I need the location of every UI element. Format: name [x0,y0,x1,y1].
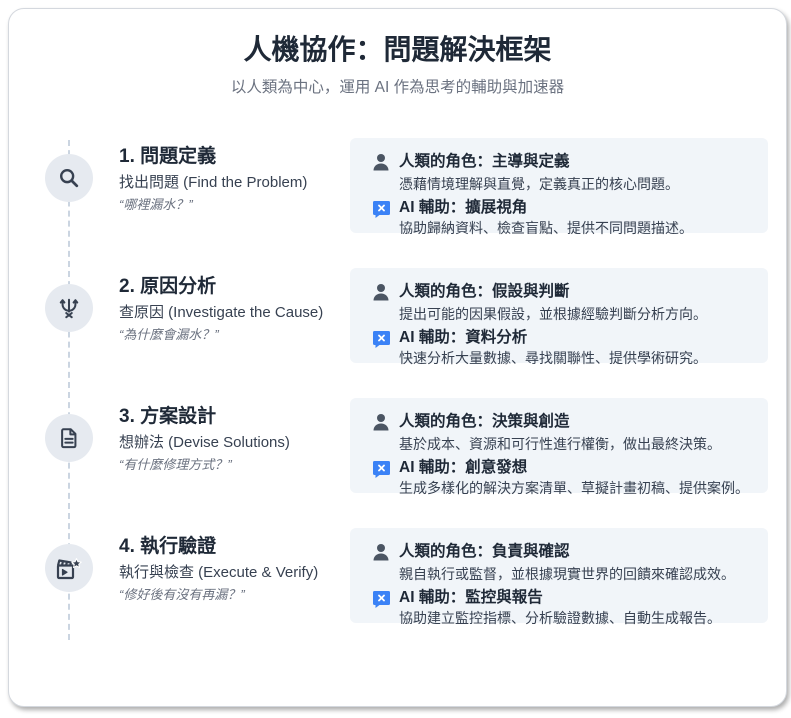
page-subtitle: 以人類為中心，運用 AI 作為思考的輔助與加速器 [230,79,565,96]
human-role-heading: 人類的角色：負責與確認 [399,543,570,560]
human-role-heading: 人類的角色：主導與定義 [399,153,570,170]
step-quote: “修好後有沒有再漏？” [119,587,245,602]
ai-assist-text: 生成多樣化的解決方案清單、草擬計畫初稿、提供案例。 [399,480,749,496]
step-title: 1. 問題定義 [119,146,217,167]
ai-chat-icon [372,200,391,219]
ai-assist-heading: AI 輔助：擴展視角 [399,199,528,216]
person-icon [372,543,391,562]
step-subtitle: 執行與檢查 (Execute & Verify) [119,564,319,581]
human-role-text: 提出可能的因果假設，並根據經驗判斷分析方向。 [399,306,707,322]
page-title: 人機協作：問題解決框架 [243,34,552,65]
ai-assist-heading: AI 輔助：資料分析 [399,329,528,346]
ai-assist-heading: AI 輔助：監控與報告 [399,589,543,606]
step-quote: “為什麼會漏水？” [119,327,219,342]
human-role-text: 憑藉情境理解與直覺，定義真正的核心問題。 [399,176,679,192]
roles-panel: 人類的角色：決策與創造 基於成本、資源和可行性進行權衡，做出最終決策。 AI 輔… [350,398,768,496]
step-title: 2. 原因分析 [119,276,217,297]
person-icon [372,283,391,302]
step-icon-circle [45,284,93,332]
ai-assist-text: 協助歸納資料、檢查盲點、提供不同問題描述。 [399,220,693,236]
framework-card: 人機協作：問題解決框架 以人類為中心，運用 AI 作為思考的輔助與加速器 1. … [8,8,787,707]
step-quote: “有什麼修理方式？” [119,457,232,472]
ai-chat-icon [372,590,391,609]
step-subtitle: 查原因 (Investigate the Cause) [119,304,324,321]
step-subtitle: 找出問題 (Find the Problem) [119,174,308,191]
step-3: 3. 方案設計 想辦法 (Devise Solutions) “有什麼修理方式？… [9,398,786,498]
step-icon-circle [45,154,93,202]
person-icon [372,413,391,432]
step-icon-circle [45,544,93,592]
step-icon-circle [45,414,93,462]
step-quote: “哪裡漏水？” [119,197,193,212]
step-title: 3. 方案設計 [119,406,217,427]
roles-panel: 人類的角色：主導與定義 憑藉情境理解與直覺，定義真正的核心問題。 AI 輔助：擴… [350,138,768,236]
step-subtitle: 想辦法 (Devise Solutions) [119,434,290,451]
step-title: 4. 執行驗證 [119,536,217,557]
human-role-heading: 人類的角色：決策與創造 [399,413,570,430]
human-role-heading: 人類的角色：假設與判斷 [399,283,570,300]
ai-chat-icon [372,330,391,349]
step-1: 1. 問題定義 找出問題 (Find the Problem) “哪裡漏水？” … [9,138,786,238]
roles-panel: 人類的角色：假設與判斷 提出可能的因果假設，並根據經驗判斷分析方向。 AI 輔助… [350,268,768,366]
clapperboard-star-icon [56,556,82,580]
step-4: 4. 執行驗證 執行與檢查 (Execute & Verify) “修好後有沒有… [9,528,786,628]
step-2: 2. 原因分析 查原因 (Investigate the Cause) “為什麼… [9,268,786,368]
search-icon [58,167,80,189]
ai-assist-text: 快速分析大量數據、尋找關聯性、提供學術研究。 [399,350,707,366]
trident-branch-icon [58,297,80,319]
document-icon [58,427,80,449]
ai-chat-icon [372,460,391,479]
human-role-text: 基於成本、資源和可行性進行權衡，做出最終決策。 [399,436,721,452]
ai-assist-heading: AI 輔助：創意發想 [399,459,528,476]
ai-assist-text: 協助建立監控指標、分析驗證數據、自動生成報告。 [399,610,721,626]
human-role-text: 親自執行或監督，並根據現實世界的回饋來確認成效。 [399,566,735,582]
person-icon [372,153,391,172]
roles-panel: 人類的角色：負責與確認 親自執行或監督，並根據現實世界的回饋來確認成效。 AI … [350,528,768,626]
